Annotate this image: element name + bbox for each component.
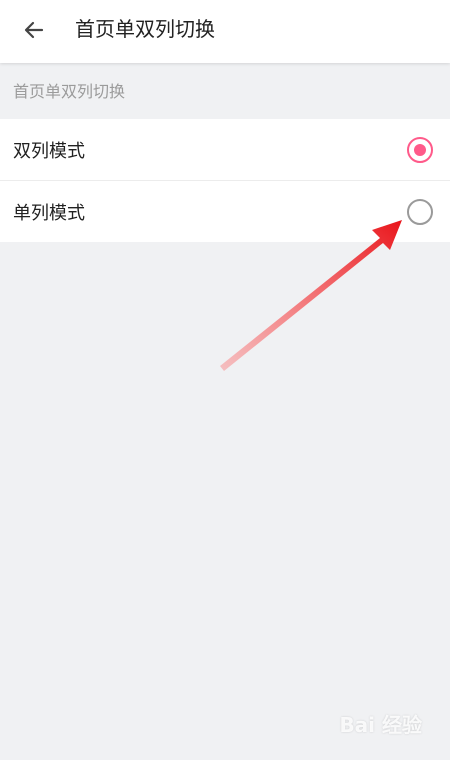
option-single-column[interactable]: 单列模式	[0, 180, 450, 242]
annotation-arrow	[220, 220, 402, 371]
page-title: 首页单双列切换	[75, 17, 215, 41]
radio-button-unselected[interactable]	[407, 198, 433, 225]
option-double-column[interactable]: 双列模式	[0, 119, 450, 180]
back-button[interactable]	[16, 12, 52, 48]
option-label: 单列模式	[13, 202, 85, 224]
layout-mode-options: 双列模式 单列模式	[0, 119, 450, 242]
radio-button-selected[interactable]	[407, 136, 433, 163]
section-label: 首页单双列切换	[13, 82, 126, 101]
top-app-bar: 首页单双列切换	[0, 0, 450, 63]
watermark: Bai 经验	[339, 713, 422, 737]
option-label: 双列模式	[13, 140, 85, 162]
arrow-left-icon	[24, 21, 44, 39]
